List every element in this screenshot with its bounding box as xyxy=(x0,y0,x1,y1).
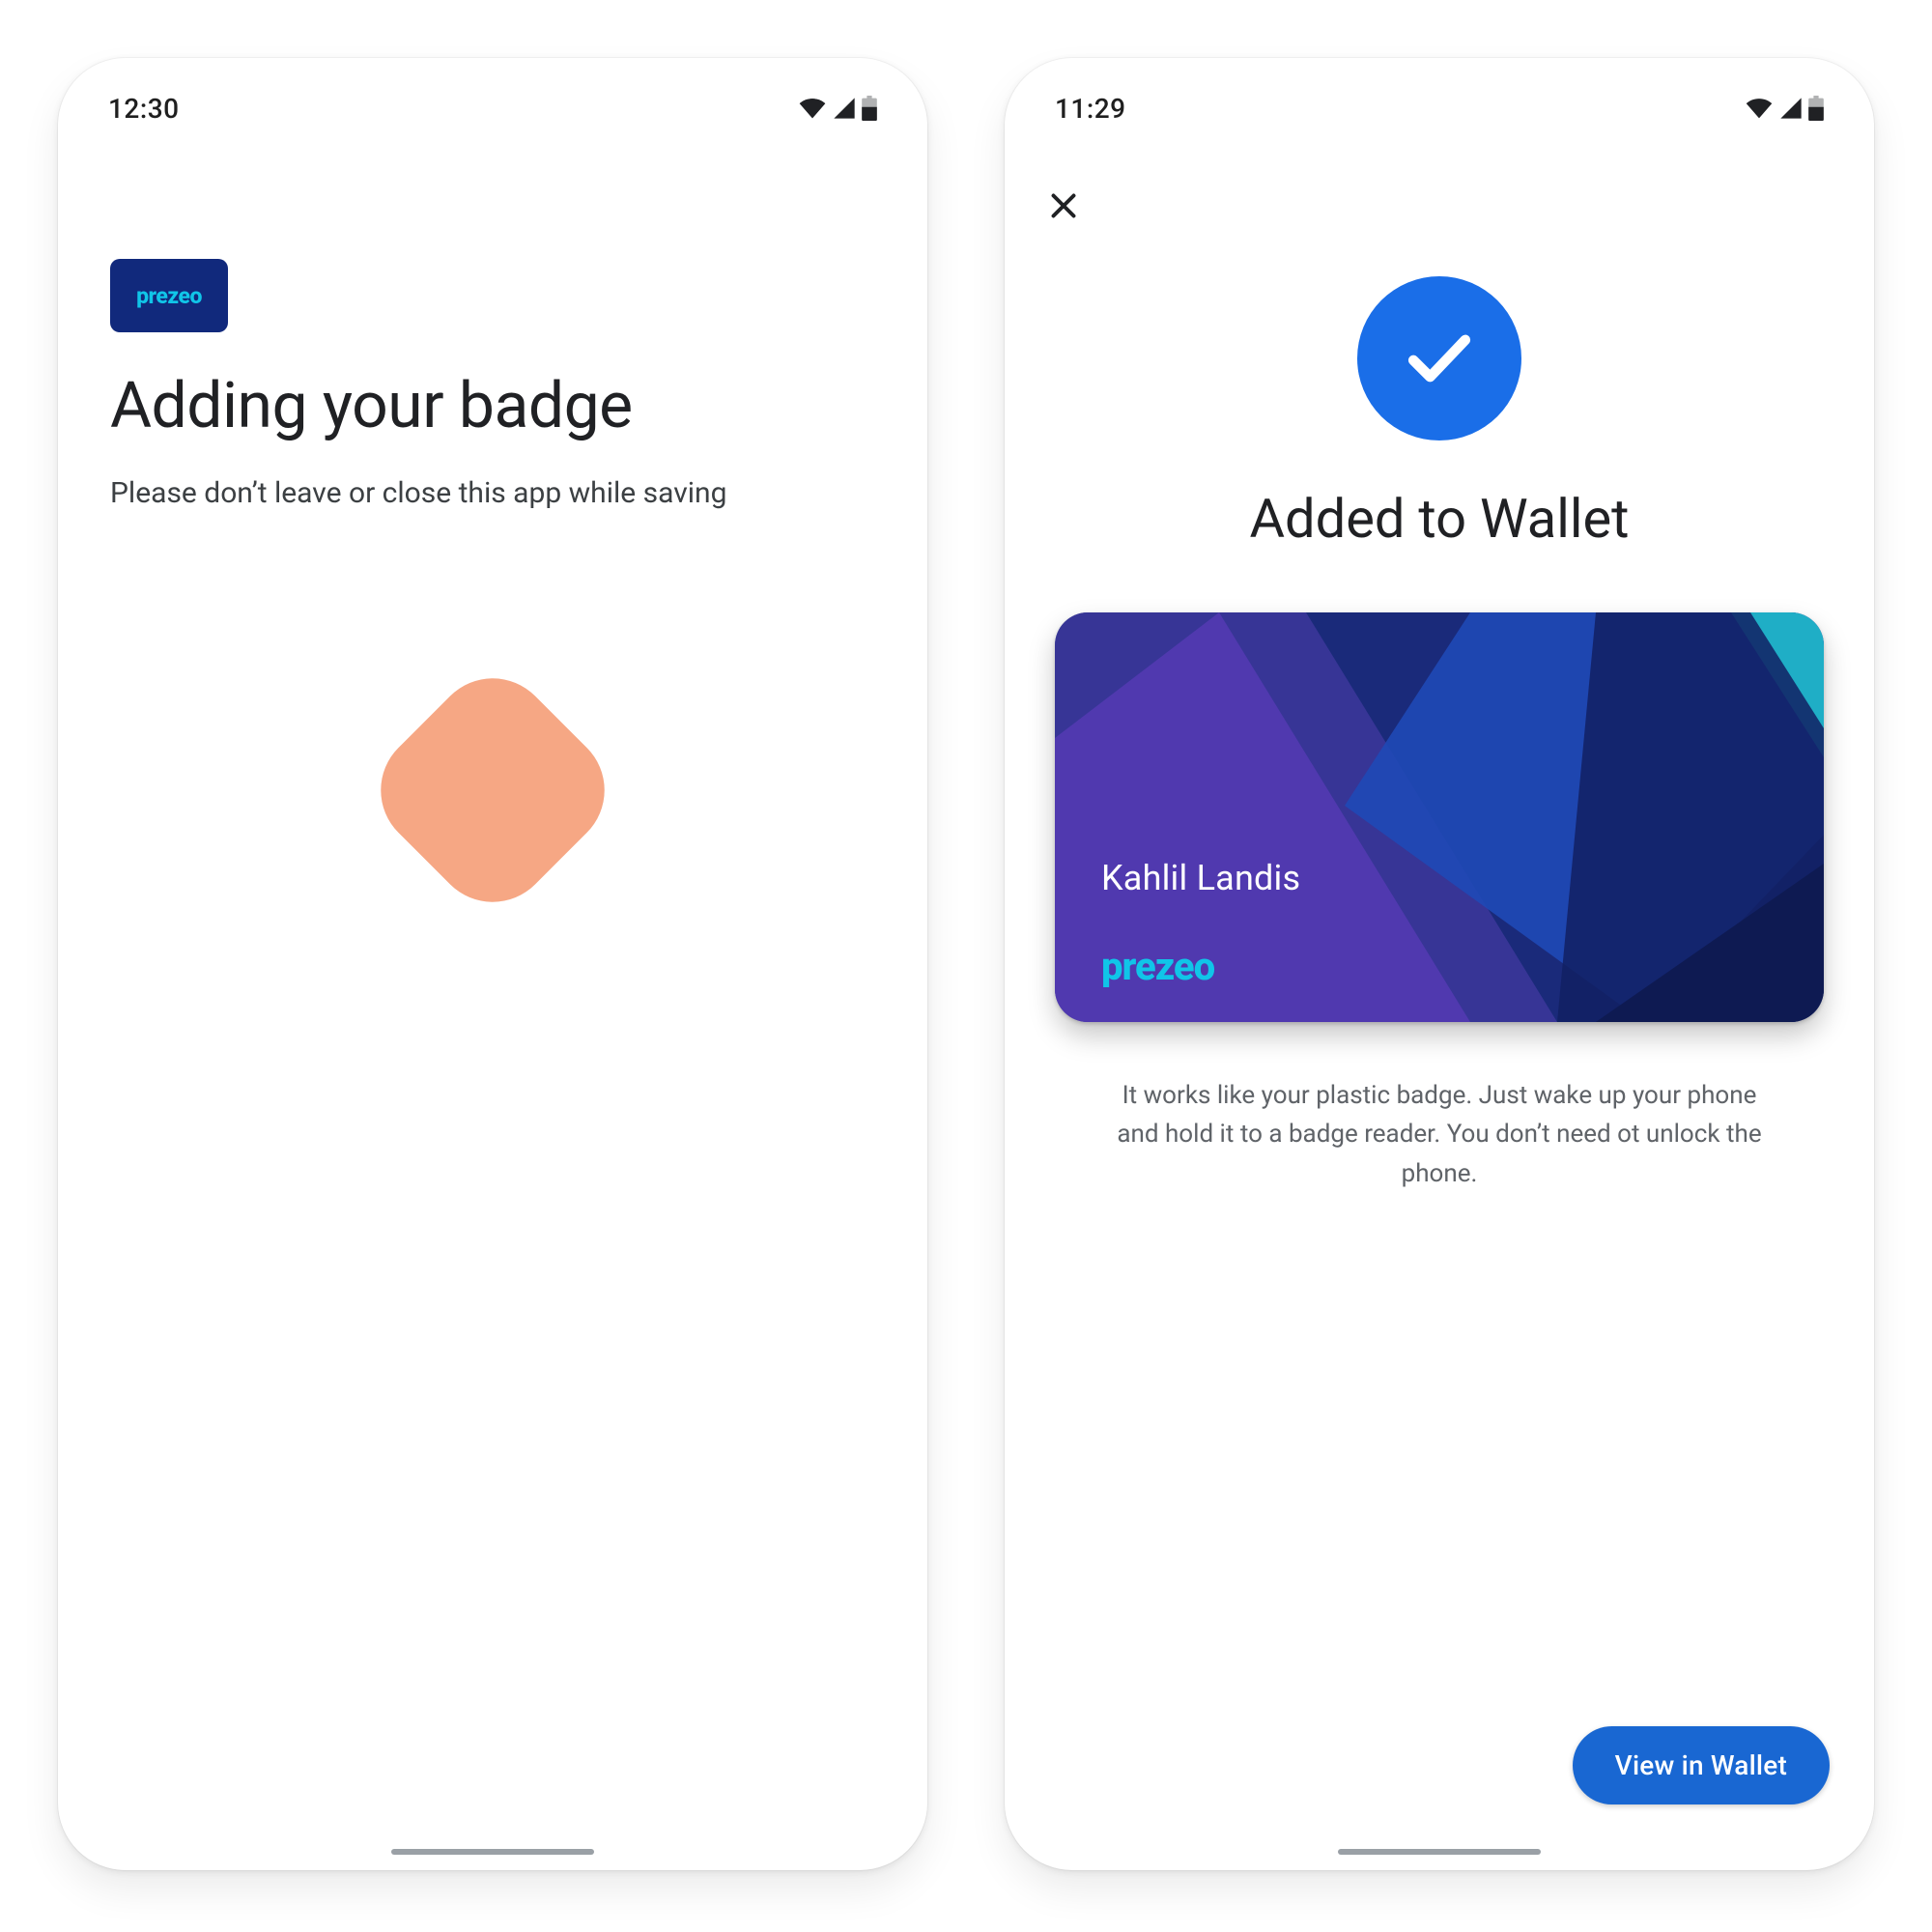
success-check-icon xyxy=(1357,276,1521,440)
phone-frame-left: 12:30 prezeo Adding your badge Please do… xyxy=(58,58,927,1870)
status-icons xyxy=(798,96,877,121)
view-in-wallet-button[interactable]: View in Wallet xyxy=(1573,1726,1830,1804)
page-title: Adding your badge xyxy=(110,369,875,443)
nav-handle[interactable] xyxy=(391,1849,594,1855)
page-title: Added to Wallet xyxy=(1250,487,1630,551)
wifi-icon xyxy=(798,97,827,120)
card-holder-name: Kahlil Landis xyxy=(1101,858,1300,898)
close-icon[interactable] xyxy=(1043,185,1084,226)
status-bar: 11:29 xyxy=(1005,58,1874,133)
brand-text: prezeo xyxy=(136,283,202,309)
wifi-icon xyxy=(1745,97,1774,120)
wallet-card-preview: Kahlil Landis prezeo xyxy=(1055,612,1824,1022)
brand-badge-chip: prezeo xyxy=(110,259,228,332)
status-time: 12:30 xyxy=(108,93,180,125)
status-time: 11:29 xyxy=(1055,93,1126,125)
cellular-icon xyxy=(1779,97,1803,120)
page-subtitle: Please don’t leave or close this app whi… xyxy=(110,476,875,510)
loading-spinner xyxy=(356,654,630,927)
status-bar: 12:30 xyxy=(58,58,927,133)
phone-frame-right: 11:29 Added to Wallet xyxy=(1005,58,1874,1870)
nav-handle[interactable] xyxy=(1338,1849,1541,1855)
battery-icon xyxy=(1808,96,1824,121)
page-description: It works like your plastic badge. Just w… xyxy=(1101,1076,1777,1193)
cellular-icon xyxy=(833,97,856,120)
battery-icon xyxy=(862,96,877,121)
status-icons xyxy=(1745,96,1824,121)
card-brand-text: prezeo xyxy=(1101,944,1214,989)
